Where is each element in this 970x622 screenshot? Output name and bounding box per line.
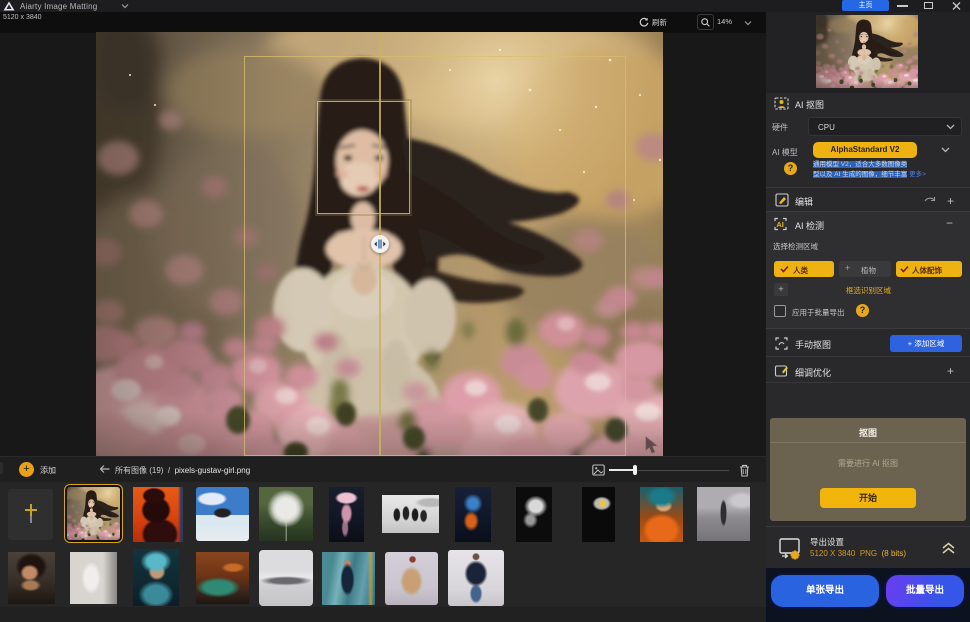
svg-text:AI: AI xyxy=(776,220,784,229)
